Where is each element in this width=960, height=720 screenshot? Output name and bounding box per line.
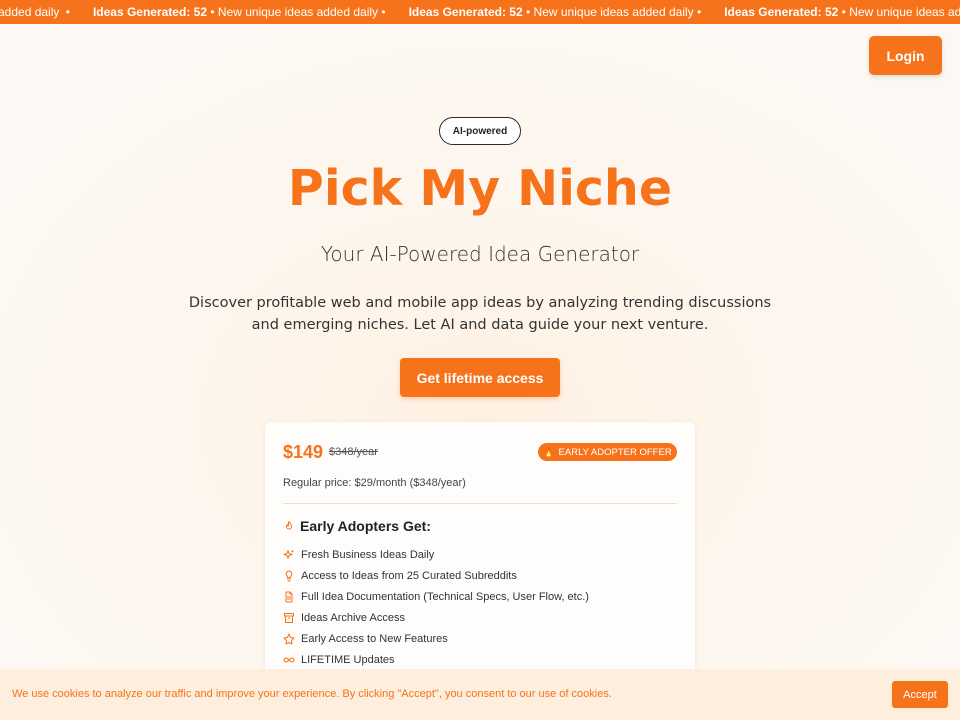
- feature-text: Access to Ideas from 25 Curated Subreddi…: [301, 569, 517, 582]
- ticker-value: 52: [824, 5, 839, 19]
- features-heading: Early Adopters Get:: [283, 518, 431, 534]
- accept-cookies-button[interactable]: Accept: [892, 681, 948, 708]
- flame-icon: [283, 520, 295, 532]
- list-item: Fresh Business Ideas Daily: [283, 544, 683, 565]
- ticker-segment: added daily •: [0, 0, 70, 24]
- ticker-segment: Ideas Generated: 52 • New unique ideas a…: [724, 0, 960, 24]
- list-item: Early Access to New Features: [283, 628, 683, 649]
- cookie-text: We use cookies to analyze our traffic an…: [12, 688, 612, 700]
- feature-text: Fresh Business Ideas Daily: [301, 548, 435, 561]
- ticker-separator: •: [381, 5, 386, 19]
- ticker-track: added daily • Ideas Generated: 52 • New …: [0, 0, 960, 24]
- list-item: LIFETIME Updates: [283, 649, 683, 670]
- features-heading-text: Early Adopters Get:: [300, 518, 431, 534]
- feature-text: LIFETIME Updates: [301, 653, 395, 666]
- ticker-banner: added daily • Ideas Generated: 52 • New …: [0, 0, 960, 24]
- infinity-icon: [283, 654, 295, 666]
- ticker-segment: Ideas Generated: 52 • New unique ideas a…: [409, 0, 702, 24]
- ticker-separator: •: [526, 5, 531, 19]
- ticker-label: Ideas Generated:: [408, 5, 506, 19]
- ticker-label: Ideas Generated:: [92, 5, 191, 19]
- ticker-value: 52: [509, 5, 523, 19]
- early-adopter-badge: 🔥 EARLY ADOPTER OFFER: [538, 443, 677, 461]
- ticker-text: New unique ideas added daily: [217, 5, 379, 19]
- page-subtitle: Your AI-Powered Idea Generator: [320, 242, 640, 266]
- ticker-text: added daily: [0, 5, 60, 19]
- offer-badge-label: EARLY ADOPTER OFFER: [558, 446, 672, 458]
- ticker-text: New unique ideas added: [849, 5, 960, 19]
- list-item: Full Idea Documentation (Technical Specs…: [283, 586, 683, 607]
- feature-list: Fresh Business Ideas Daily Access to Ide…: [283, 544, 683, 670]
- feature-text: Early Access to New Features: [301, 632, 448, 645]
- list-item: Access to Ideas from 25 Curated Subreddi…: [283, 565, 683, 586]
- pricing-card: $149 $348/year 🔥 EARLY ADOPTER OFFER Reg…: [265, 422, 695, 692]
- regular-price: Regular price: $29/month ($348/year): [283, 477, 466, 489]
- lightbulb-icon: [283, 569, 295, 582]
- feature-text: Ideas Archive Access: [301, 611, 405, 624]
- ai-powered-badge: AI-powered: [439, 117, 521, 145]
- sparkles-icon: [283, 549, 295, 561]
- star-icon: [283, 633, 295, 645]
- ticker-segment: Ideas Generated: 52 • New unique ideas a…: [93, 0, 386, 24]
- feature-text: Full Idea Documentation (Technical Specs…: [301, 590, 589, 603]
- ticker-separator: •: [65, 5, 70, 19]
- get-lifetime-access-button[interactable]: Get lifetime access: [400, 358, 560, 397]
- ticker-separator: •: [697, 5, 702, 19]
- divider: [283, 503, 677, 504]
- ticker-value: 52: [193, 5, 208, 19]
- ticker-label: Ideas Generated:: [724, 5, 822, 19]
- list-item: Ideas Archive Access: [283, 607, 683, 628]
- hero-description: Discover profitable web and mobile app i…: [188, 295, 772, 333]
- ticker-separator: •: [210, 5, 215, 19]
- archive-icon: [283, 612, 295, 624]
- ticker-text: New unique ideas added daily: [533, 5, 694, 19]
- login-button[interactable]: Login: [869, 36, 942, 75]
- cookie-banner: We use cookies to analyze our traffic an…: [0, 669, 960, 720]
- old-price: $348/year: [329, 446, 378, 458]
- page-title: Pick My Niche: [287, 160, 673, 217]
- document-icon: [283, 591, 295, 603]
- ticker-separator: •: [841, 5, 846, 19]
- price: $149: [283, 442, 324, 462]
- fire-icon: 🔥: [543, 446, 555, 457]
